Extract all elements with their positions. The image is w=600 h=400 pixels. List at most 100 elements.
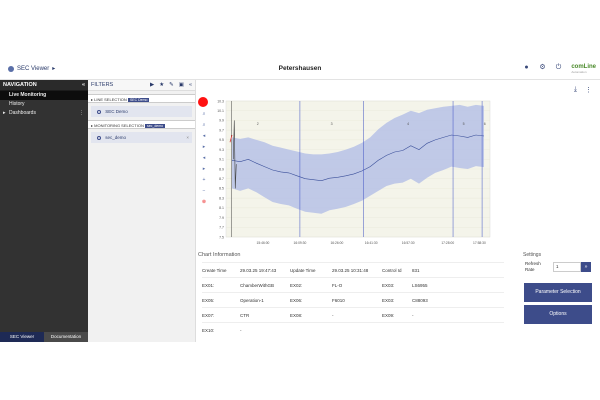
y-tick-label: 9.7 <box>219 128 224 132</box>
plus-icon[interactable]: + <box>199 177 209 188</box>
x-tick-label: 16:26:00 <box>330 241 343 245</box>
more-icon[interactable]: ⋮ <box>79 109 84 118</box>
info-key: EX05: <box>202 298 215 303</box>
run-icon[interactable]: ▶ <box>150 80 154 91</box>
monitoring-selection-tag: sec_demo <box>144 124 166 128</box>
tab-sec-viewer[interactable]: SEC Viewer <box>0 332 44 342</box>
filters-header: FILTERS ▶ ★ ✎ ▣ « <box>88 80 195 91</box>
settings-title: Settings <box>523 252 542 258</box>
y-tick-label: 8.3 <box>219 196 224 200</box>
pan-right-icon[interactable]: ▸ <box>199 144 209 155</box>
download-icon[interactable]: ⤓ <box>574 86 577 94</box>
info-key: EX09: <box>382 313 395 318</box>
info-row: EX07: CTR EX08: - EX09: - <box>202 307 504 322</box>
chart-information-title: Chart Information <box>198 252 241 258</box>
step-left-icon[interactable]: ◂ <box>199 155 209 166</box>
refresh-rate-input[interactable]: 1 <box>553 262 581 272</box>
segment-label: 6 <box>484 122 486 126</box>
filters-panel: FILTERS ▶ ★ ✎ ▣ « ▸ LINE SELECTION SEC D… <box>88 80 196 342</box>
info-value: ChamberWithGB <box>240 283 275 288</box>
power-icon[interactable]: ⏻ <box>555 64 562 71</box>
nav-item-history[interactable]: History <box>0 100 88 109</box>
line-selection-chip[interactable]: SEC Demo <box>91 106 192 117</box>
close-icon[interactable]: × <box>186 132 189 143</box>
y-tick-label: 9.3 <box>219 148 224 152</box>
reset-icon[interactable]: ⊗ <box>199 199 209 210</box>
monitoring-selection-chip[interactable]: sec_demo × <box>91 132 192 143</box>
info-value: CTR <box>240 313 250 318</box>
y-tick-label: 8.5 <box>219 187 224 191</box>
y-tick-label: 8.7 <box>219 177 224 181</box>
options-button[interactable]: Options <box>524 305 592 324</box>
info-key: Control Id <box>382 268 402 273</box>
y-tick-label: 10.3 <box>217 99 224 103</box>
y-tick-label: 8.9 <box>219 167 224 171</box>
collapse-icon[interactable]: « <box>82 80 85 91</box>
y-tick-label: 10.1 <box>217 109 224 113</box>
step-right-icon[interactable]: ▸ <box>199 166 209 177</box>
save-icon[interactable]: ▣ <box>179 80 184 91</box>
x-tick-label: 15:46:00 <box>257 241 270 245</box>
chevron-right-icon: ▸ <box>52 66 56 72</box>
edit-icon[interactable]: ✎ <box>169 80 174 91</box>
chart-svg[interactable]: 10.3 10.1 9.9 9.7 9.5 9.3 9.1 8.9 8.7 8.5 8.3 8.1 7.… <box>212 97 496 247</box>
info-key: EX03: <box>382 298 395 303</box>
gear-icon[interactable]: ⚙ <box>539 64 546 71</box>
more-icon[interactable]: ⋮ <box>585 86 592 94</box>
y-tick-label: 7.7 <box>219 226 224 230</box>
info-value: 831 <box>412 268 420 273</box>
expand-icon[interactable]: ▸ <box>3 109 6 118</box>
app-menu[interactable]: SEC Viewer ▸ <box>8 65 55 72</box>
zoom-out-icon[interactable]: ⌕ <box>199 122 209 133</box>
user-icon[interactable]: ● <box>523 64 530 71</box>
chart-information-table: Create Time 29.03.25 19:47:43 Update Time 2… <box>202 262 504 333</box>
tab-documentation[interactable]: Documentation <box>44 332 88 342</box>
info-row: Create Time 29.03.25 19:47:43 Update Time 2… <box>202 262 504 277</box>
info-value: F6010 <box>332 298 345 303</box>
info-value <box>332 323 382 337</box>
parameter-selection-button[interactable]: Parameter Selection <box>524 283 592 302</box>
segment-label: 5 <box>463 122 465 126</box>
refresh-apply-button[interactable]: » <box>581 262 591 272</box>
recording-indicator[interactable] <box>198 97 208 107</box>
info-value: Operation-1 <box>240 298 264 303</box>
zoom-in-icon[interactable]: ⌕ <box>199 111 209 122</box>
info-key <box>382 323 412 337</box>
nav-item-live-monitoring[interactable]: Live Monitoring <box>0 91 88 100</box>
nav-item-dashboards[interactable]: ▸ Dashboards ⋮ <box>0 109 88 118</box>
x-tick-label: 16:57:30 <box>402 241 415 245</box>
info-value: 29.03.25 19:47:43 <box>240 268 277 273</box>
radio-icon <box>97 109 101 114</box>
y-tick-label: 7.5 <box>219 235 224 239</box>
minus-icon[interactable]: − <box>199 188 209 199</box>
info-value: 29.03.25 10:31:48 <box>332 268 369 273</box>
info-value: C88093 <box>412 298 428 303</box>
segment-label: 4 <box>407 122 409 126</box>
info-key: EX10: <box>202 328 215 333</box>
info-row: EX01: ChamberWithGB EX02: FL-O EX03: LS6955 <box>202 277 504 292</box>
navigation-header: NAVIGATION « <box>0 80 88 91</box>
y-tick-label: 9.9 <box>219 119 224 123</box>
line-selection-header[interactable]: ▸ LINE SELECTION SEC Demo <box>88 94 195 103</box>
info-value: LS6955 <box>412 283 428 288</box>
pan-left-icon[interactable]: ◂ <box>199 133 209 144</box>
monitoring-selection-header[interactable]: ▸ MONITORING SELECTION sec_demo <box>88 120 195 129</box>
info-value <box>412 323 462 337</box>
x-tick-label: 17:58:30 <box>473 241 486 245</box>
app-name: SEC Viewer <box>17 65 50 72</box>
page-title: Petershausen <box>278 65 322 72</box>
chart-toolbar: ⌕ ⌕ ◂ ▸ ◂ ▸ + − ⊗ <box>199 111 209 210</box>
y-tick-label: 9.5 <box>219 138 224 142</box>
app-logo-icon <box>8 65 14 72</box>
top-bar: SEC Viewer ▸ Petershausen ● ⚙ ⏻ comLine … <box>0 58 600 80</box>
collapse-filters-icon[interactable]: « <box>189 80 192 91</box>
info-key: EX03: <box>382 283 395 288</box>
info-key: Create Time <box>202 268 227 273</box>
info-row: EX05: Operation-1 EX06: F6010 EX03: C88093 <box>202 292 504 307</box>
info-value: FL-O <box>332 283 343 288</box>
y-tick-label: 9.1 <box>219 158 224 162</box>
info-key: EX06: <box>290 298 303 303</box>
y-tick-label: 8.1 <box>219 206 224 210</box>
star-icon[interactable]: ★ <box>159 80 164 91</box>
chart-area[interactable]: 10.3 10.1 9.9 9.7 9.5 9.3 9.1 8.9 8.7 8.5 8.3 8.1 7.… <box>212 97 496 247</box>
